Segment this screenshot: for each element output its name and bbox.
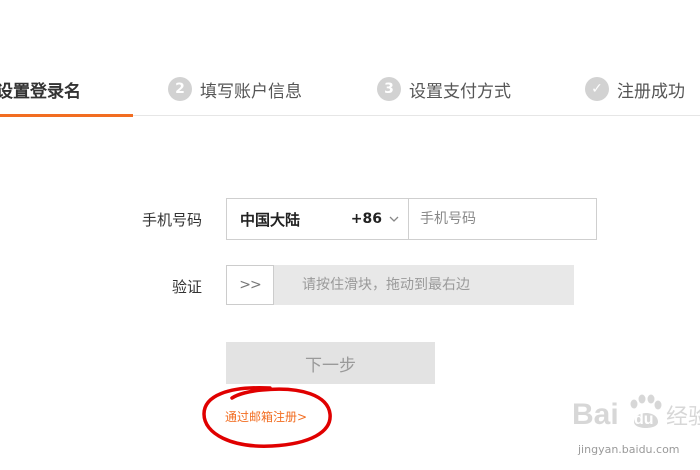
step-set-login-name: 设置登录名: [0, 76, 81, 102]
next-step-button[interactable]: 下一步: [226, 342, 435, 384]
slider-hint: 请按住滑块，拖动到最右边: [302, 277, 470, 293]
country-code: +86: [350, 211, 382, 227]
svg-text:经验: 经验: [666, 405, 700, 430]
step-fill-account-info: 2 填写账户信息: [168, 76, 302, 102]
step-number-badge: 3: [377, 77, 401, 101]
register-by-email-link[interactable]: 通过邮箱注册>: [225, 408, 307, 425]
phone-number-input[interactable]: [409, 199, 596, 239]
region-name: 中国大陆: [240, 210, 301, 229]
double-chevron-right-icon: >>: [239, 277, 261, 293]
phone-label: 手机号码: [141, 211, 202, 229]
phone-input-group: 中国大陆 +86: [226, 198, 597, 240]
region-select[interactable]: 中国大陆 +86: [227, 199, 409, 239]
registration-page: 设置登录名 2 填写账户信息 3 设置支付方式 ✓ 注册成功 手机号码 中国大陆…: [0, 0, 700, 470]
slider-captcha: >> 请按住滑块，拖动到最右边: [226, 265, 574, 305]
watermark-url: jingyan.baidu.com: [578, 443, 680, 456]
step-label: 设置登录名: [0, 81, 81, 102]
svg-text:Bai: Bai: [572, 398, 619, 431]
step-label: 设置支付方式: [409, 81, 511, 102]
step-label: 注册成功: [617, 81, 685, 102]
step-registration-success: ✓ 注册成功: [585, 76, 685, 102]
registration-steps: 设置登录名 2 填写账户信息 3 设置支付方式 ✓ 注册成功: [0, 0, 700, 117]
verify-label: 验证: [171, 278, 202, 296]
active-step-indicator: [0, 114, 133, 117]
step-number-badge: 2: [168, 77, 192, 101]
checkmark-icon: ✓: [585, 77, 609, 101]
chevron-down-icon: [388, 213, 400, 225]
svg-text:du: du: [634, 411, 654, 428]
slider-handle[interactable]: >>: [226, 265, 274, 305]
step-set-payment: 3 设置支付方式: [377, 76, 511, 102]
step-label: 填写账户信息: [200, 81, 302, 102]
